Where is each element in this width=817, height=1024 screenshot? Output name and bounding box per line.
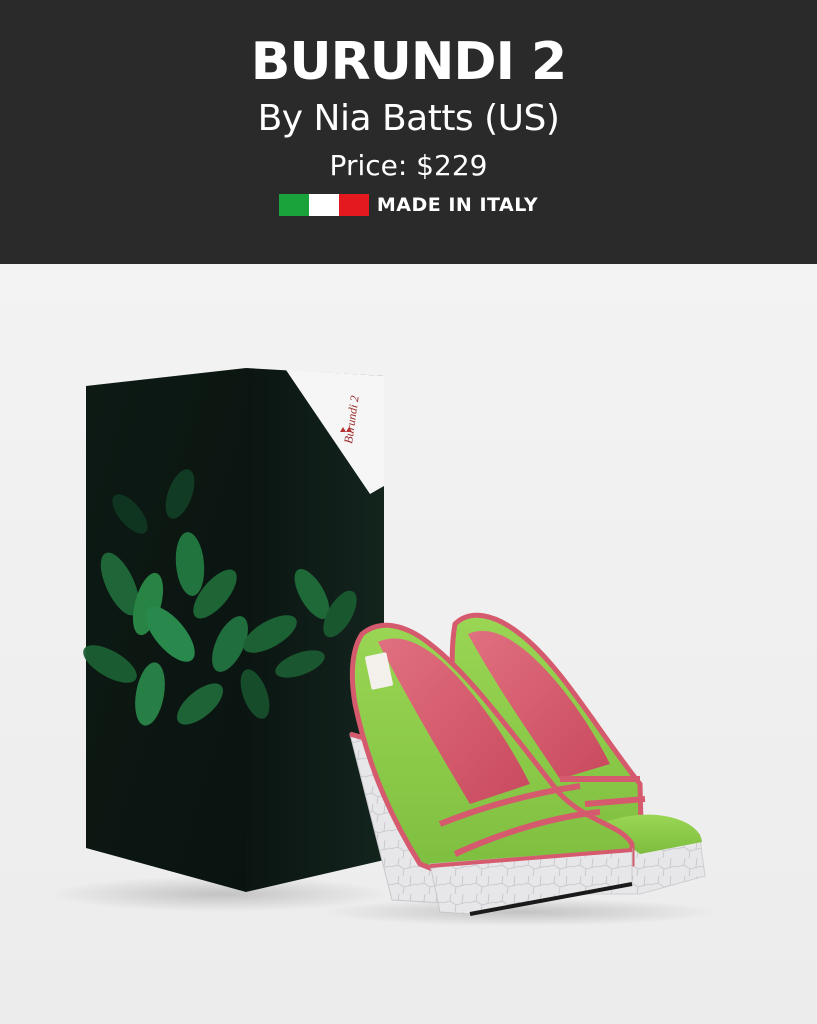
product-title: BURUNDI 2 (250, 32, 567, 92)
product-image: Burundi 2 (0, 264, 817, 1024)
product-price: Price: $229 (329, 149, 488, 182)
designer-byline: By Nia Batts (US) (257, 98, 560, 139)
flag-stripe-red (338, 194, 369, 216)
origin-badge: MADE IN ITALY (0, 193, 817, 217)
shoe-box: Burundi 2 (83, 368, 384, 892)
product-header: BURUNDI 2 By Nia Batts (US) Price: $229 … (0, 0, 817, 264)
flag-stripe-white (308, 194, 339, 216)
italy-flag-icon (278, 194, 369, 216)
product-illustration: Burundi 2 (50, 368, 720, 926)
flag-stripe-green (278, 194, 309, 216)
origin-label: MADE IN ITALY (376, 194, 539, 216)
